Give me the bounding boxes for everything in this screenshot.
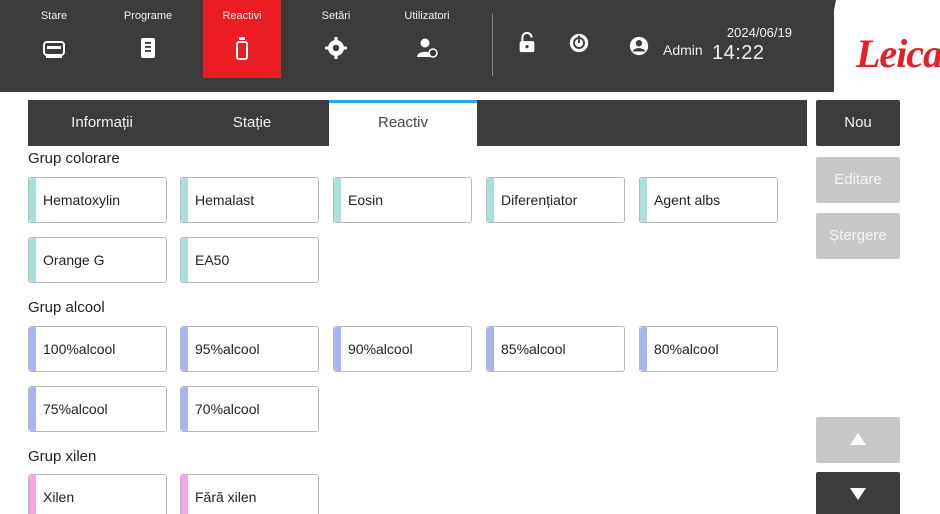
group-color-bar [487,327,494,371]
scroll-up-icon [850,433,866,445]
reagent-label: Fără xilen [195,489,257,505]
group-color-bar [29,387,36,431]
group-color-bar [181,327,188,371]
reagent-button-100-alcool[interactable]: 100%alcool [28,326,167,372]
reagent-button-xilen[interactable]: Xilen [28,474,167,514]
power-icon[interactable] [568,32,590,54]
edit-button[interactable]: Editare [816,157,900,203]
scroll-down-button[interactable] [816,472,900,514]
reagent-label: Agent albs [654,192,721,208]
group-color-bar [640,327,647,371]
user-name[interactable]: Admin [663,42,703,58]
reagent-label: 85%alcool [501,341,566,357]
leica-logo: Leica [856,31,940,76]
reagent-button-agent-albs[interactable]: Agent albs [639,177,778,223]
reagent-icon [230,36,254,60]
nav-label-utilizatori: Utilizatori [404,10,450,22]
reagent-label: EA50 [195,252,230,268]
tab-reactiv[interactable]: Reactiv [329,100,477,146]
group-title-alcool: Grup alcool [28,299,105,316]
top-bar-edge [818,0,836,92]
reagent-button-ea50[interactable]: EA50 [180,237,319,283]
status-icon [42,36,66,60]
reagent-button-95-alcool[interactable]: 95%alcool [180,326,319,372]
unlock-icon[interactable] [516,32,538,54]
group-color-bar [29,327,36,371]
scroll-up-button[interactable] [816,417,900,463]
reagent-label: 70%alcool [195,401,260,417]
reagent-button-80-alcool[interactable]: 80%alcool [639,326,778,372]
group-color-bar [29,475,36,514]
nav-item-setari[interactable]: Setări [297,0,375,78]
reagent-button-fara-xilen[interactable]: Fără xilen [180,474,319,514]
reagent-label: 100%alcool [43,341,116,357]
reagent-label: 75%alcool [43,401,108,417]
tab-informatii[interactable]: Informații [28,100,176,146]
tab-statie[interactable]: Stație [178,100,326,146]
reagent-label: Orange G [43,252,105,268]
nav-label-stare: Stare [40,10,68,22]
group-color-bar [487,178,494,222]
reagent-button-85-alcool[interactable]: 85%alcool [486,326,625,372]
group-color-bar [181,387,188,431]
reagent-button-eosin[interactable]: Eosin [333,177,472,223]
user-icon[interactable] [628,35,650,57]
date-display: 2024/06/19 [726,25,792,40]
nav-item-programe[interactable]: Programe [109,0,187,78]
reagent-label: Diferențiator [501,192,578,208]
scroll-down-icon [850,488,866,500]
group-color-bar [29,238,36,282]
reagent-label: 95%alcool [195,341,260,357]
top-bar: Stare Programe Reactivi Setări Utilizato… [0,0,834,92]
group-color-bar [181,475,188,514]
delete-button[interactable]: Ștergere [816,213,900,259]
reagent-button-hematoxylin[interactable]: Hematoxylin [28,177,167,223]
reagent-label: Hematoxylin [43,192,121,208]
users-icon [415,36,439,60]
time-display: 14:22 [712,42,765,64]
nav-label-reactivi: Reactivi [222,10,262,22]
group-color-bar [29,178,36,222]
reagent-button-orange-g[interactable]: Orange G [28,237,167,283]
group-color-bar [334,178,341,222]
reagent-button-70-alcool[interactable]: 70%alcool [180,386,319,432]
group-color-bar [181,178,188,222]
reagent-button-diferentiator[interactable]: Diferențiator [486,177,625,223]
nav-item-stare[interactable]: Stare [15,0,93,78]
group-title-colorare: Grup colorare [28,150,120,167]
tab-bar: Informații Stație Reactiv [28,100,807,146]
nav-item-utilizatori[interactable]: Utilizatori [388,0,466,78]
group-color-bar [640,178,647,222]
group-color-bar [181,238,188,282]
nav-label-setari: Setări [321,10,351,22]
reagent-label: Hemalast [195,192,255,208]
reagent-button-75-alcool[interactable]: 75%alcool [28,386,167,432]
new-button[interactable]: Nou [816,100,900,146]
reagent-button-90-alcool[interactable]: 90%alcool [333,326,472,372]
nav-separator [492,14,493,76]
reagent-label: 80%alcool [654,341,719,357]
programs-icon [136,36,160,60]
reagent-label: Eosin [348,192,384,208]
group-color-bar [334,327,341,371]
reagent-button-hemalast[interactable]: Hemalast [180,177,319,223]
nav-item-reactivi[interactable]: Reactivi [203,0,281,78]
group-title-xilen: Grup xilen [28,448,97,465]
nav-label-programe: Programe [123,10,173,22]
settings-icon [324,36,348,60]
reagent-label: Xilen [43,489,75,505]
reagent-label: 90%alcool [348,341,413,357]
